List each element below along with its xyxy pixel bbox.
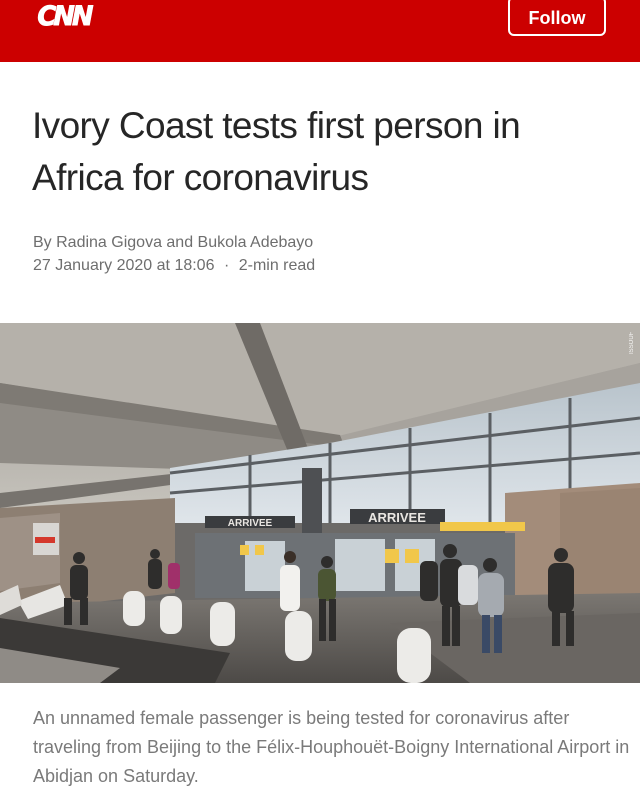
photo-caption: An unnamed female passenger is being tes… — [33, 708, 630, 786]
airport-terminal-image: ARRIVEE ARRIVEE — [0, 323, 640, 683]
article-date: 27 January 2020 at 18:06 — [33, 257, 215, 274]
arrivee-sign-right: ARRIVEE — [368, 510, 426, 525]
article-headline: Ivory Coast tests first person in Africa… — [32, 105, 521, 198]
photo-credit: ISSOUF SANOGO — [629, 331, 635, 355]
top-bar: CNN Follow — [0, 0, 640, 62]
arrivee-sign-left: ARRIVEE — [228, 518, 273, 529]
meta-separator: · — [223, 257, 230, 274]
article-meta: 27 January 2020 at 18:06 · 2-min read — [33, 255, 315, 277]
article-byline: By Radina Gigova and Bukola Adebayo — [33, 234, 314, 251]
article-photo[interactable]: ARRIVEE ARRIVEE — [0, 323, 640, 683]
article-page: CNN Follow Ivory Coast tests first perso… — [0, 0, 640, 799]
follow-button[interactable]: Follow — [508, 0, 606, 36]
read-time: 2-min read — [238, 257, 316, 274]
cnn-logo[interactable]: CNN — [37, 3, 94, 31]
